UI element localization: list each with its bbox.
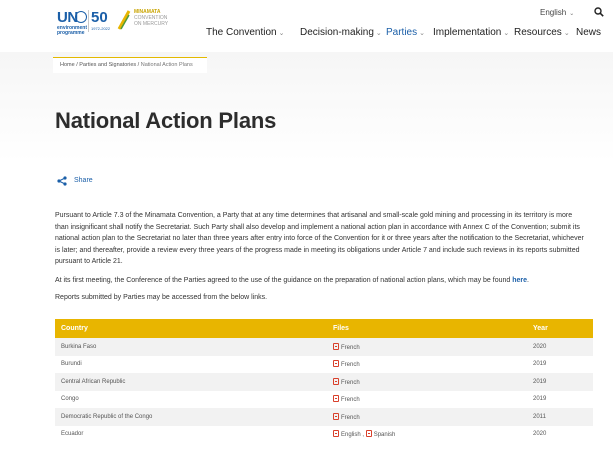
site-header: UN environment programme 50 1972-2022 MIN…: [0, 0, 613, 52]
fifty-years-logo: 50: [91, 9, 108, 26]
language-label: English: [540, 8, 567, 17]
chevron-down-icon: ⌄: [375, 30, 382, 37]
pdf-icon: [365, 430, 372, 438]
year-cell: 2011: [527, 408, 593, 426]
nav-item-parties[interactable]: Parties ⌄: [386, 27, 425, 38]
files-cell: French: [327, 373, 527, 391]
chevron-down-icon: ⌄: [278, 30, 285, 37]
pdf-file-link[interactable]: Spanish: [365, 430, 395, 438]
year-cell: 2020: [533, 431, 547, 438]
nav-item-news[interactable]: News: [576, 27, 601, 38]
country-cell: Ecuador: [61, 431, 84, 438]
pdf-file-link[interactable]: English: [333, 430, 361, 438]
files-cell: French: [327, 391, 527, 409]
breadcrumb-home-link[interactable]: Home: [60, 62, 75, 68]
country-cell: Burkina Faso: [55, 338, 327, 356]
table-row: Democratic Republic of the Congo French …: [55, 408, 593, 426]
pdf-file-link[interactable]: French: [333, 395, 360, 403]
minamata-logo-icon[interactable]: [117, 9, 131, 31]
language-selector[interactable]: English ⌄: [540, 8, 574, 17]
chevron-down-icon: ⌄: [419, 30, 425, 37]
breadcrumb-parties-link[interactable]: Parties and Signatories: [79, 62, 136, 68]
chevron-down-icon: ⌄: [563, 30, 570, 37]
year-cell: 2020: [527, 338, 593, 356]
country-cell: Burundi: [61, 361, 82, 368]
table-row: Congo French 2019: [55, 391, 593, 409]
chevron-down-icon: ⌄: [569, 11, 575, 17]
nav-item-resources[interactable]: Resources ⌄: [514, 27, 570, 38]
national-action-plans-table: Country Files Year Burkina Faso French 2…: [55, 319, 593, 443]
table-row: Burkina Faso French 2020: [55, 338, 593, 356]
pdf-icon: [333, 342, 339, 350]
pdf-icon: [333, 395, 339, 403]
intro-paragraph: Pursuant to Article 7.3 of the Minamata …: [55, 212, 584, 266]
files-cell: French: [327, 356, 527, 374]
table-header-row: Country Files Year: [55, 319, 593, 338]
share-label: Share: [74, 177, 93, 184]
minamata-logo-text: MINAMATA CONVENTION ON MERCURY: [134, 9, 169, 27]
reports-paragraph: Reports submitted by Parties may be acce…: [55, 294, 268, 301]
nav-item-decision-making[interactable]: Decision-making ⌄: [300, 27, 382, 38]
files-cell: French: [327, 408, 527, 426]
guidance-paragraph: At its first meeting, the Conference of …: [55, 277, 529, 284]
breadcrumb-current: National Action Plans: [140, 62, 193, 68]
pdf-file-link[interactable]: French: [333, 342, 360, 351]
table-row: Burundi French 2019: [55, 356, 593, 374]
guidance-here-link[interactable]: here: [512, 277, 527, 284]
un-env-text: environment programme: [57, 25, 88, 36]
logo-divider: [88, 10, 89, 32]
column-header-country: Country: [55, 319, 327, 338]
files-cell: French: [327, 338, 527, 356]
files-cell: English , Spanish: [327, 426, 527, 444]
breadcrumb: Home / Parties and Signatories / Nationa…: [60, 62, 193, 68]
nav-item-the-convention[interactable]: The Convention ⌄: [206, 27, 284, 38]
search-icon[interactable]: [594, 7, 604, 17]
page-title: National Action Plans: [55, 108, 277, 133]
pdf-icon: [333, 412, 339, 420]
pdf-file-link[interactable]: French: [333, 412, 360, 421]
year-cell: 2019: [533, 396, 547, 403]
pdf-file-link[interactable]: French: [333, 377, 360, 386]
fifty-years-subtext: 1972-2022: [91, 26, 111, 31]
year-cell: 2019: [533, 361, 547, 368]
country-cell: Congo: [61, 396, 79, 403]
country-cell: Democratic Republic of the Congo: [55, 408, 327, 426]
country-cell: Central African Republic: [55, 373, 327, 391]
year-cell: 2019: [527, 373, 593, 391]
table-row: Ecuador English , Spanish 2020: [55, 426, 593, 444]
share-icon: [57, 176, 67, 186]
table-row: Central African Republic French 2019: [55, 373, 593, 391]
un-globe-icon: [75, 11, 87, 23]
nav-item-implementation[interactable]: Implementation ⌄: [433, 27, 509, 38]
column-header-year: Year: [527, 319, 593, 338]
column-header-files: Files: [327, 319, 527, 338]
pdf-icon: [333, 430, 339, 438]
chevron-down-icon: ⌄: [503, 30, 510, 37]
pdf-icon: [333, 360, 339, 368]
pdf-icon: [333, 377, 339, 385]
pdf-file-link[interactable]: French: [333, 360, 360, 368]
